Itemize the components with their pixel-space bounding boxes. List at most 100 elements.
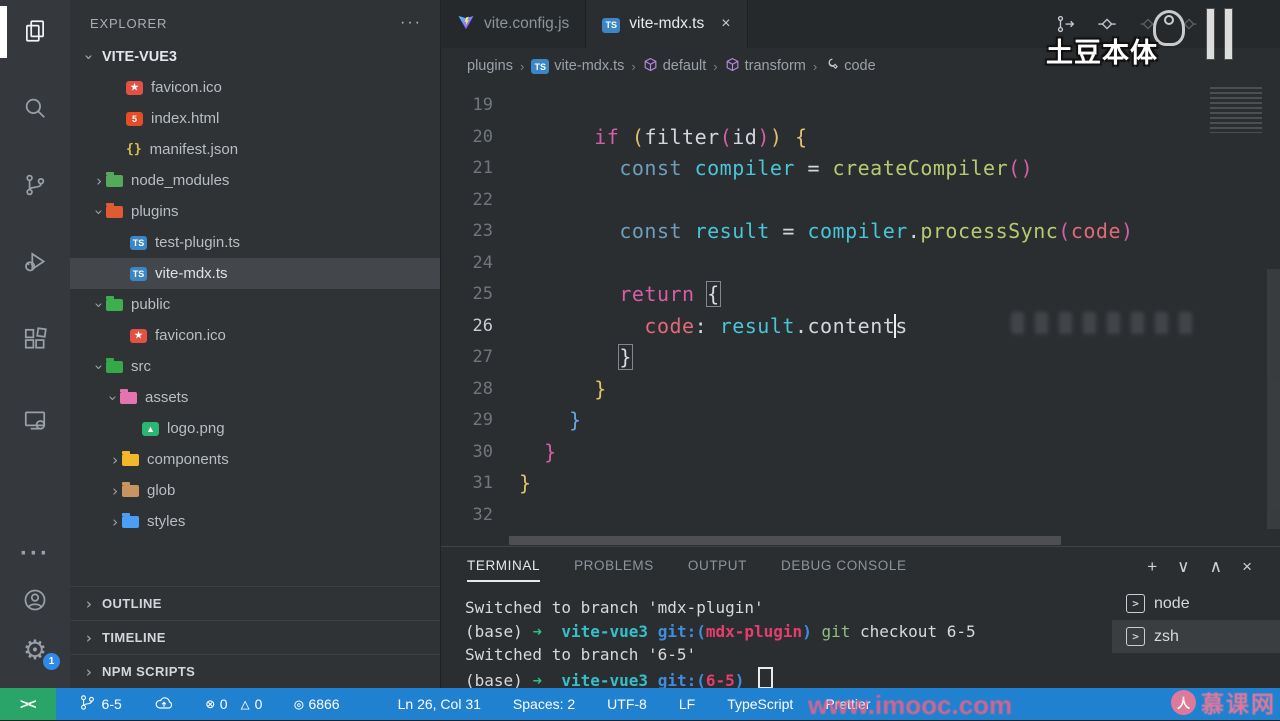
terminal-cursor bbox=[758, 666, 774, 689]
tree-item-node-modules[interactable]: › node_modules bbox=[70, 165, 440, 196]
project-root-row[interactable]: › VITE-VUE3 bbox=[70, 40, 440, 72]
explorer-more-actions-icon[interactable]: ··· bbox=[400, 14, 422, 32]
project-root-label: VITE-VUE3 bbox=[102, 49, 177, 65]
tree-item-manifest-json[interactable]: {} manifest.json bbox=[70, 134, 440, 165]
panel-tab-output[interactable]: OUTPUT bbox=[688, 558, 747, 582]
terminal-session-list: > node > zsh bbox=[1112, 587, 1280, 653]
line-number[interactable]: 22 bbox=[441, 185, 493, 217]
terminal-session-zsh[interactable]: > zsh bbox=[1112, 620, 1280, 653]
line-number-gutter[interactable]: 19 20 21 22 23 24 25 26 27 28 29 30 31 32 bbox=[441, 84, 519, 546]
line-number[interactable]: 31 bbox=[441, 468, 493, 500]
status-sync[interactable] bbox=[154, 693, 174, 716]
line-number[interactable]: 23 bbox=[441, 216, 493, 248]
activity-accounts-button[interactable] bbox=[0, 578, 70, 626]
tab-label: vite-mdx.ts bbox=[629, 15, 705, 32]
tree-item-test-plugin-ts[interactable]: TS test-plugin.ts bbox=[70, 227, 440, 258]
breadcrumb-code[interactable]: code bbox=[824, 57, 876, 76]
line-number[interactable]: 32 bbox=[441, 500, 493, 532]
tree-item-label: index.html bbox=[151, 110, 220, 127]
tab-vite-config-js[interactable]: vite.config.js bbox=[441, 0, 587, 48]
tree-item-src[interactable]: › src bbox=[70, 351, 440, 382]
code-line-20: if (filter(id)) { bbox=[594, 124, 808, 149]
activity-search-button[interactable] bbox=[0, 86, 70, 134]
vertical-scrollbar[interactable] bbox=[1267, 269, 1280, 529]
status-indentation[interactable]: Spaces: 2 bbox=[513, 696, 575, 712]
panel-tab-problems[interactable]: PROBLEMS bbox=[574, 558, 654, 582]
tree-item-assets[interactable]: › assets bbox=[70, 382, 440, 413]
file-icon: TS bbox=[130, 266, 147, 281]
more-views-icon: ··· bbox=[20, 540, 50, 567]
remote-explorer-icon bbox=[22, 407, 48, 438]
tree-item-plugins[interactable]: › plugins bbox=[70, 196, 440, 227]
port-icon: ◎ bbox=[294, 695, 304, 713]
tree-item-vite-mdx-ts[interactable]: TS vite-mdx.ts bbox=[70, 258, 440, 289]
activity-explorer-button[interactable] bbox=[0, 9, 70, 57]
tree-item-label: favicon.ico bbox=[155, 327, 226, 344]
line-number[interactable]: 19 bbox=[441, 90, 493, 122]
activity-source-control-button[interactable] bbox=[0, 163, 70, 211]
tree-item-label: styles bbox=[147, 513, 186, 530]
tree-item-styles[interactable]: › styles bbox=[70, 506, 440, 537]
folder-icon bbox=[122, 450, 139, 466]
vscode-window: ··· ⚙ 1 EXPLORER ··· › VITE-VUE3 ★ favicon.… bbox=[0, 0, 1280, 690]
status-encoding[interactable]: UTF-8 bbox=[607, 696, 647, 712]
status-language-mode[interactable]: TypeScript bbox=[727, 696, 793, 712]
panel-tab-debug-console[interactable]: DEBUG CONSOLE bbox=[781, 558, 907, 582]
code-editor: 19 20 21 22 23 24 25 26 27 28 29 30 31 32 if (filter(… bbox=[441, 84, 1280, 546]
site-watermark: www.imooc.com bbox=[808, 690, 1013, 720]
status-eol[interactable]: LF bbox=[679, 696, 695, 712]
status-problems[interactable]: ⊗ 0 △ 0 bbox=[206, 695, 263, 713]
tree-item-favicon-ico[interactable]: ★ favicon.ico bbox=[70, 320, 440, 351]
section-npm-scripts[interactable]: › NPM SCRIPTS bbox=[70, 654, 440, 688]
activity-extensions-button[interactable] bbox=[0, 317, 70, 365]
section-outline[interactable]: › OUTLINE bbox=[70, 586, 440, 620]
line-number[interactable]: 25 bbox=[441, 279, 493, 311]
section-timeline[interactable]: › TIMELINE bbox=[70, 620, 440, 654]
source-control-icon bbox=[22, 172, 48, 203]
tree-item-label: components bbox=[147, 451, 229, 468]
new-terminal-icon[interactable]: + bbox=[1147, 557, 1157, 577]
activity-run-debug-button[interactable] bbox=[0, 240, 70, 288]
line-number[interactable]: 24 bbox=[441, 248, 493, 280]
terminal-session-node[interactable]: > node bbox=[1112, 587, 1280, 620]
terminal-dropdown-icon[interactable]: ∨ bbox=[1177, 557, 1189, 577]
breadcrumb-vite-mdx-ts[interactable]: TS vite-mdx.ts bbox=[531, 58, 624, 75]
panel-tab-terminal[interactable]: TERMINAL bbox=[467, 558, 541, 582]
tree-item-label: src bbox=[131, 358, 151, 375]
activity-more-views-button[interactable]: ··· bbox=[0, 530, 70, 578]
breadcrumb-transform[interactable]: transform bbox=[725, 57, 806, 76]
chevron-right-icon: › bbox=[84, 594, 94, 613]
tree-item-favicon-ico[interactable]: ★ favicon.ico bbox=[70, 72, 440, 103]
tab-vite-mdx-ts[interactable]: TS vite-mdx.ts × bbox=[586, 0, 748, 48]
breadcrumb-label: plugins bbox=[467, 58, 513, 74]
tree-item-logo-png[interactable]: ▲ logo.png bbox=[70, 413, 440, 444]
line-number[interactable]: 26 bbox=[441, 311, 493, 343]
horizontal-scrollbar[interactable] bbox=[509, 536, 1061, 545]
status-port[interactable]: ◎ 6866 bbox=[294, 695, 339, 713]
line-number[interactable]: 20 bbox=[441, 122, 493, 154]
minimap[interactable] bbox=[1210, 87, 1262, 133]
status-cursor-position[interactable]: Ln 26, Col 31 bbox=[398, 696, 481, 712]
tree-item-label: glob bbox=[147, 482, 176, 499]
tree-item-public[interactable]: › public bbox=[70, 289, 440, 320]
breadcrumb-default[interactable]: default bbox=[643, 57, 706, 76]
activity-remote-explorer-button[interactable] bbox=[0, 398, 70, 446]
tree-item-index-html[interactable]: 5 index.html bbox=[70, 103, 440, 134]
close-icon[interactable]: × bbox=[721, 15, 730, 33]
line-number[interactable]: 21 bbox=[441, 153, 493, 185]
activity-settings-button[interactable]: ⚙ 1 bbox=[0, 626, 70, 674]
tree-item-glob[interactable]: › glob bbox=[70, 475, 440, 506]
line-number[interactable]: 27 bbox=[441, 342, 493, 374]
maximize-panel-icon[interactable]: ∧ bbox=[1210, 557, 1222, 577]
code-line-25: return { bbox=[619, 282, 720, 306]
tree-item-label: public bbox=[131, 296, 171, 313]
close-panel-icon[interactable]: × bbox=[1242, 557, 1252, 577]
remote-indicator[interactable]: >< bbox=[0, 688, 56, 720]
folder-icon bbox=[106, 171, 123, 187]
breadcrumb-plugins[interactable]: plugins bbox=[467, 58, 513, 74]
tree-item-components[interactable]: › components bbox=[70, 444, 440, 475]
status-git-branch[interactable]: 6-5 bbox=[78, 693, 122, 715]
line-number[interactable]: 29 bbox=[441, 405, 493, 437]
line-number[interactable]: 30 bbox=[441, 437, 493, 469]
line-number[interactable]: 28 bbox=[441, 374, 493, 406]
